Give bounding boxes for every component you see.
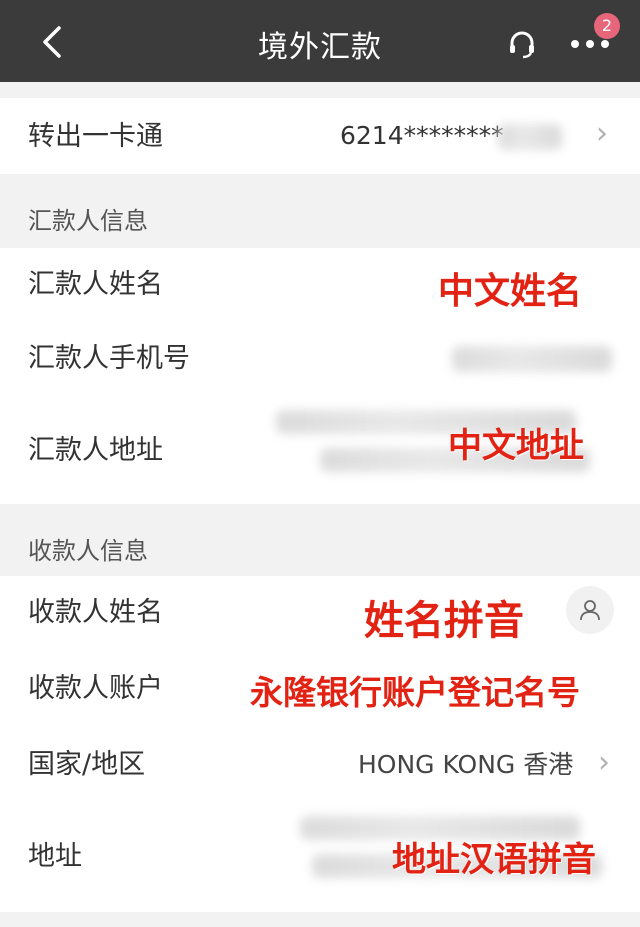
headset-icon (510, 31, 534, 59)
card-number: 6214******** (340, 121, 504, 150)
chevron-right-icon: › (596, 116, 608, 151)
payee-section-title: 收款人信息 (28, 537, 148, 565)
remitter-name-row[interactable]: 汇款人姓名 中文姓名 (0, 248, 640, 322)
annotation-account-note: 永隆银行账户登记名号 (250, 673, 580, 712)
payee-account-row[interactable]: 收款人账户 永隆银行账户登记名号 (0, 652, 640, 726)
chevron-right-icon: › (598, 745, 610, 780)
payee-country-label: 国家/地区 (28, 749, 146, 780)
card-section: 转出一卡通 6214******** › (0, 98, 640, 174)
payee-name-row[interactable]: 收款人姓名 姓名拼音 (0, 576, 640, 652)
remitter-address-label: 汇款人地址 (28, 435, 163, 466)
top-navigation-bar: 境外汇款 2 (0, 0, 640, 82)
more-dots-icon (571, 40, 609, 48)
annotation-chinese-address: 中文地址 (448, 426, 584, 466)
remitter-name-label: 汇款人姓名 (28, 269, 163, 300)
remitter-section-title: 汇款人信息 (28, 207, 148, 235)
payee-country-row[interactable]: 国家/地区 HONG KONG 香港 › (0, 728, 640, 802)
person-icon (580, 600, 600, 621)
annotation-address-pinyin: 地址汉语拼音 (392, 840, 596, 880)
annotation-name-pinyin: 姓名拼音 (364, 598, 524, 644)
annotation-chinese-name: 中文姓名 (438, 271, 583, 312)
payee-address-row[interactable]: 地址 地址汉语拼音 (0, 802, 640, 912)
page-title: 境外汇款 (258, 30, 382, 65)
customer-service-button[interactable] (500, 22, 544, 66)
payee-account-label: 收款人账户 (28, 673, 163, 704)
card-label: 转出一卡通 (28, 121, 163, 152)
payee-section: 收款人姓名 姓名拼音 收款人账户 永隆银行账户登记名号 国家/地区 HONG K… (0, 576, 640, 912)
notification-badge: 2 (594, 13, 620, 39)
remitter-address-row[interactable]: 汇款人地址 中文地址 (0, 396, 640, 504)
masked-card-digits (498, 124, 562, 150)
remitter-phone-row[interactable]: 汇款人手机号 (0, 322, 640, 396)
contact-picker-button[interactable] (566, 586, 614, 634)
payee-country-value: HONG KONG 香港 (358, 750, 574, 779)
payee-name-label: 收款人姓名 (28, 597, 163, 628)
payee-address-label: 地址 (28, 841, 82, 872)
remitter-section: 汇款人姓名 中文姓名 汇款人手机号 汇款人地址 中文地址 (0, 248, 640, 504)
card-row[interactable]: 转出一卡通 6214******** › (0, 98, 640, 172)
masked-phone-value (452, 346, 612, 372)
remitter-phone-label: 汇款人手机号 (28, 343, 190, 374)
